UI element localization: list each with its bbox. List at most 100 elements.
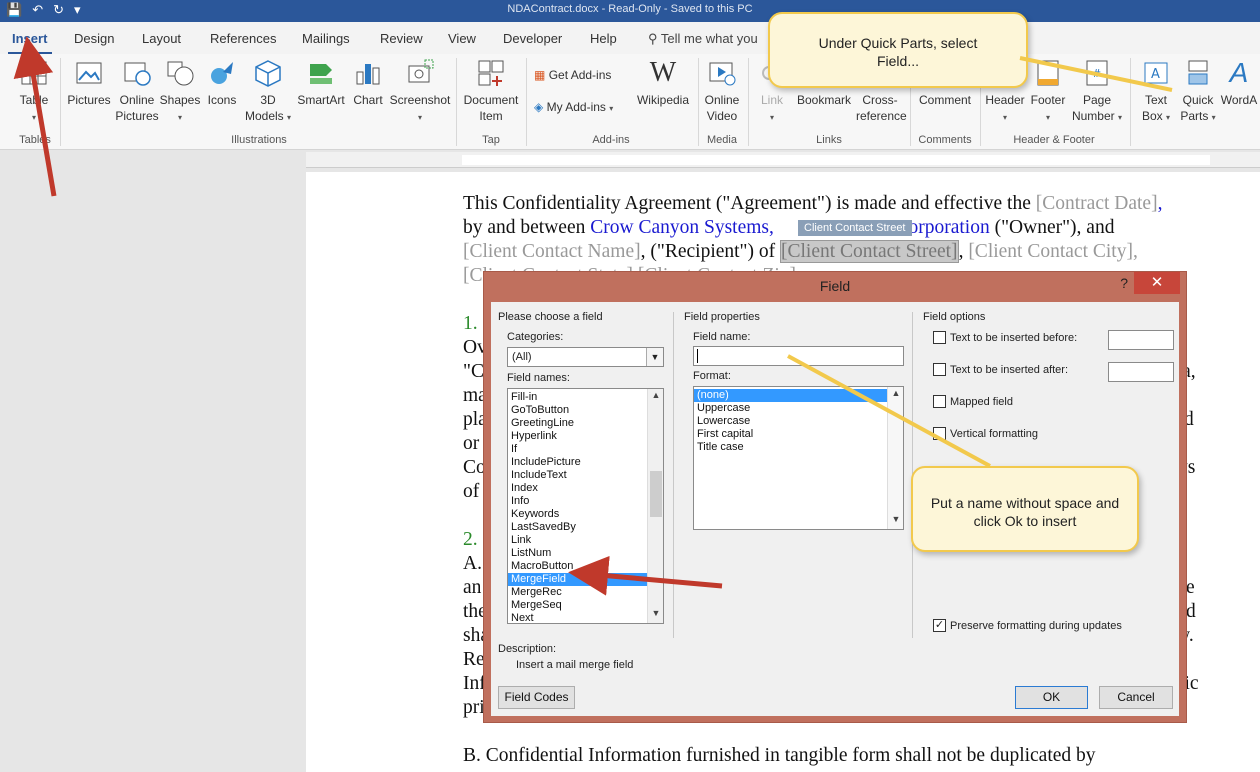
shapes-button[interactable]: Shapes ▾	[158, 58, 202, 126]
format-list[interactable]: (none) Uppercase Lowercase First capital Tit…	[693, 386, 904, 530]
store-icon: ▦	[534, 68, 546, 82]
text-before-checkbox[interactable]	[933, 331, 946, 344]
tab-mailings[interactable]: Mailings	[302, 31, 350, 46]
field-name-item[interactable]: GoToButton	[508, 404, 663, 417]
tab-references[interactable]: References	[210, 31, 276, 46]
field-name-item[interactable]: Next	[508, 612, 663, 623]
document-line: B. Confidential Information furnished in…	[463, 745, 1096, 766]
quick-parts-callout: Under Quick Parts, select Field...	[768, 12, 1028, 88]
field-name-item[interactable]: MacroButton	[508, 560, 663, 573]
preserve-formatting-label: Preserve formatting during updates	[950, 620, 1122, 632]
format-item[interactable]: First capital	[694, 428, 887, 441]
close-button[interactable]: ✕	[1134, 272, 1180, 294]
shapes-icon	[167, 61, 194, 86]
cube-icon	[255, 60, 281, 87]
field-name-item[interactable]: ListNum	[508, 547, 663, 560]
footer-button[interactable]: Footer ▾	[1028, 58, 1068, 126]
document-line: [Client Contact Name], ("Recipient") of …	[463, 240, 1138, 263]
get-addins-button[interactable]: ▦ Get Add-ins	[534, 68, 611, 82]
scroll-up-icon[interactable]: ▲	[888, 388, 903, 402]
text-box-button[interactable]: A Text Box ▾	[1134, 58, 1178, 126]
group-header-footer: Header & Footer	[1013, 134, 1095, 146]
field-name-item[interactable]: Index	[508, 482, 663, 495]
field-name-item[interactable]: LastSavedBy	[508, 521, 663, 534]
3d-models-button[interactable]: 3D Models ▾	[242, 58, 294, 126]
group-tables: Tables	[19, 134, 51, 146]
field-name-item[interactable]: If	[508, 443, 663, 456]
horizontal-ruler[interactable]	[306, 152, 1260, 168]
field-name-item[interactable]: IncludeText	[508, 469, 663, 482]
wordart-button[interactable]: A WordA	[1218, 58, 1260, 108]
description-text: Insert a mail merge field	[516, 659, 634, 671]
field-name-item[interactable]: Link	[508, 534, 663, 547]
categories-dropdown[interactable]: (All) ▼	[507, 347, 664, 367]
window-title: NDAContract.docx - Read-Only - Saved to …	[507, 3, 753, 15]
vertical-formatting-checkbox[interactable]	[933, 427, 946, 440]
scroll-down-icon[interactable]: ▼	[888, 514, 903, 528]
text-before-input[interactable]	[1108, 330, 1174, 350]
tab-design[interactable]: Design	[74, 31, 114, 46]
document-line: This Confidentiality Agreement ("Agreeme…	[463, 193, 1163, 214]
page-number-button[interactable]: # Page Number ▾	[1070, 58, 1124, 126]
chevron-down-icon[interactable]: ▼	[646, 348, 663, 366]
format-list-scrollbar[interactable]: ▲ ▼	[887, 387, 903, 529]
my-addins-button[interactable]: ◈ My Add-ins ▾	[534, 100, 613, 114]
online-pictures-button[interactable]: Online Pictures	[114, 58, 160, 124]
icons-button[interactable]: Icons	[202, 58, 242, 108]
field-name-item[interactable]: IncludePicture	[508, 456, 663, 469]
client-contact-street-control[interactable]: [Client Contact Street]	[780, 240, 959, 263]
separator	[673, 312, 674, 638]
field-name-item[interactable]: MergeRec	[508, 586, 663, 599]
field-name-item[interactable]: Hyperlink	[508, 430, 663, 443]
format-item[interactable]: (none)	[694, 389, 887, 402]
smartart-button[interactable]: SmartArt	[294, 58, 348, 108]
format-item[interactable]: Uppercase	[694, 402, 887, 415]
tab-insert[interactable]: Insert	[12, 31, 47, 46]
help-icon[interactable]: ?	[1120, 275, 1128, 291]
field-name-item[interactable]: MergeSeq	[508, 599, 663, 612]
format-item[interactable]: Title case	[694, 441, 887, 454]
scroll-down-icon[interactable]: ▼	[648, 608, 663, 622]
tab-developer[interactable]: Developer	[503, 31, 562, 46]
field-list-scrollbar[interactable]: ▲ ▼	[647, 389, 663, 623]
quick-parts-button[interactable]: Quick Parts ▾	[1178, 58, 1218, 126]
field-name-item[interactable]: GreetingLine	[508, 417, 663, 430]
content-control-tag[interactable]: Client Contact Street	[798, 220, 912, 236]
document-fragment: A.	[463, 553, 482, 574]
quick-parts-icon	[1188, 60, 1208, 85]
document-item-button[interactable]: Document Item	[460, 58, 522, 124]
tab-help[interactable]: Help	[590, 31, 617, 46]
ribbon-tabs: Insert Design Layout References Mailings…	[0, 22, 1260, 54]
screenshot-button[interactable]: Screenshot ▾	[388, 58, 452, 126]
format-item[interactable]: Lowercase	[694, 415, 887, 428]
document-fragment: of	[463, 481, 480, 502]
scroll-thumb[interactable]	[650, 471, 662, 517]
preserve-formatting-checkbox[interactable]: ✓	[933, 619, 946, 632]
cancel-button[interactable]: Cancel	[1099, 686, 1173, 709]
tab-layout[interactable]: Layout	[142, 31, 181, 46]
table-button[interactable]: Table ▾	[14, 58, 54, 126]
title-bar: 💾 ↶ ↻ ▾ NDAContract.docx - Read-Only - S…	[0, 0, 1260, 22]
pictures-button[interactable]: Pictures	[64, 58, 114, 108]
tell-me-search[interactable]: ⚲ Tell me what you	[648, 31, 758, 47]
text-after-checkbox[interactable]	[933, 363, 946, 376]
mapped-field-checkbox[interactable]	[933, 395, 946, 408]
field-name-item[interactable]: Keywords	[508, 508, 663, 521]
online-video-button[interactable]: Online Video	[700, 58, 744, 124]
field-name-input[interactable]	[693, 346, 904, 366]
field-name-item[interactable]: Info	[508, 495, 663, 508]
field-codes-button[interactable]: Field Codes	[498, 686, 575, 709]
text-after-input[interactable]	[1108, 362, 1174, 382]
ok-button[interactable]: OK	[1015, 686, 1088, 709]
field-name-item[interactable]: MergeField	[508, 573, 663, 586]
chart-button[interactable]: Chart	[348, 58, 388, 108]
document-line: by and between Crow Canyon Systems, nia …	[463, 217, 1115, 238]
field-name-item[interactable]: Fill-in	[508, 391, 663, 404]
mapped-field-label: Mapped field	[950, 396, 1013, 408]
field-names-list[interactable]: Fill-in GoToButton GreetingLine Hyperlink If…	[507, 388, 664, 624]
scroll-up-icon[interactable]: ▲	[648, 390, 663, 404]
tab-view[interactable]: View	[448, 31, 476, 46]
wordart-icon: A	[1229, 57, 1249, 88]
tab-review[interactable]: Review	[380, 31, 423, 46]
wikipedia-button[interactable]: W Wikipedia	[634, 58, 692, 108]
